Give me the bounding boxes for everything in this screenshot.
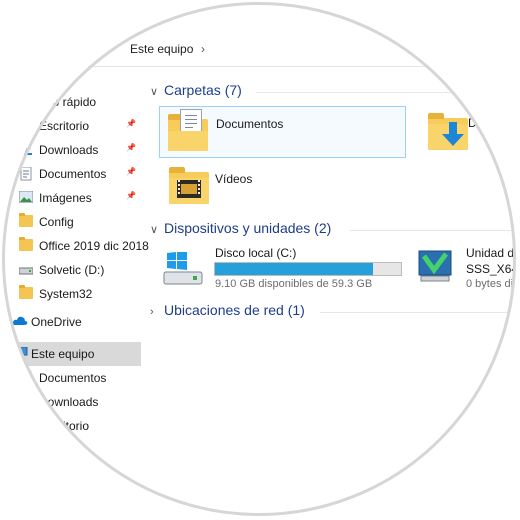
pin-icon[interactable]: 📌	[126, 143, 136, 152]
explorer-viewport: Este equipo › Acceso rápido Escritorio 📌…	[2, 2, 514, 514]
desktop-folder-icon	[19, 119, 33, 131]
address-bar[interactable]: Este equipo ›	[2, 32, 514, 67]
videos-folder-icon	[169, 167, 209, 204]
download-icon	[19, 395, 33, 407]
folder-icon	[19, 237, 33, 251]
drive-free-space: 9.10 GB disponibles de 59.3 GB	[215, 278, 373, 290]
sidebar-item-label: Documentos	[39, 371, 107, 385]
chevron-down-icon[interactable]: ∨	[150, 85, 164, 98]
group-divider	[350, 230, 514, 231]
sidebar-item-escritorio-pc[interactable]: Escritorio	[2, 414, 141, 438]
sidebar-item-este-equipo[interactable]: Este equipo	[2, 342, 141, 366]
drive-name: Disco local (C:)	[215, 246, 297, 260]
pictures-icon	[18, 190, 34, 204]
pin-icon[interactable]: 📌	[126, 167, 136, 176]
sidebar-item-onedrive[interactable]: OneDrive	[2, 310, 141, 334]
sidebar-item-label: Solvetic (D:)	[39, 263, 105, 277]
content-pane: ∨Carpetas (7) Documentos Descargas	[144, 66, 514, 514]
sidebar-item-solvetic-d[interactable]: Solvetic (D:)	[2, 258, 141, 282]
sidebar-item-label: Imágenes	[39, 191, 92, 205]
drive-label: SSS_X64FRE	[466, 262, 514, 276]
chevron-right-icon[interactable]: ›	[150, 306, 164, 318]
sidebar-item-label: Este equipo	[31, 347, 95, 361]
group-header-label: Carpetas (7)	[164, 82, 242, 98]
drive-usage-fill	[215, 263, 374, 275]
sidebar-item-downloads-pc[interactable]: Downloads	[2, 390, 141, 414]
sidebar-item-label: Documentos	[39, 167, 107, 181]
sidebar-item-escritorio[interactable]: Escritorio 📌	[2, 114, 141, 138]
sidebar-item-downloads[interactable]: Downloads 📌	[2, 138, 141, 162]
sidebar-item-config[interactable]: Config	[2, 210, 141, 234]
sidebar-item-documentos-pc[interactable]: Documentos	[2, 366, 141, 390]
downloads-folder-icon	[428, 113, 468, 150]
folder-name: Vídeos	[215, 172, 253, 186]
group-header-label: Ubicaciones de red (1)	[164, 302, 305, 318]
navigation-pane: Acceso rápido Escritorio 📌 Downloads 📌 D…	[2, 66, 149, 514]
download-icon	[19, 143, 33, 155]
drive-free-space: 0 bytes disponibles	[466, 278, 514, 290]
group-divider	[256, 92, 514, 93]
documents-icon	[19, 166, 33, 181]
folder-tile-documentos[interactable]: Documentos	[159, 106, 406, 158]
sidebar-item-imagenes[interactable]: Imágenes 📌	[2, 186, 141, 210]
drive-name: Unidad de DVD	[466, 246, 514, 260]
group-divider	[320, 312, 514, 313]
computer-icon	[14, 346, 28, 359]
group-header-devices[interactable]: ∨ Dispositivos y unidades (2)	[150, 220, 331, 236]
sidebar-item-system32[interactable]: System32	[2, 282, 141, 306]
group-header-network[interactable]: › Ubicaciones de red (1)	[150, 302, 305, 318]
sidebar-item-documentos[interactable]: Documentos 📌	[2, 162, 141, 186]
sidebar-item-label: Config	[39, 215, 74, 229]
sidebar-item-label: Escritorio	[39, 119, 90, 133]
folder-name: Descargas	[468, 116, 514, 130]
documents-icon	[19, 370, 33, 385]
dvd-drive-icon	[418, 250, 452, 282]
documents-folder-icon	[168, 109, 208, 151]
pin-icon[interactable]: 📌	[126, 191, 136, 200]
drive-usage-bar	[214, 262, 402, 276]
desktop-folder-icon	[19, 419, 33, 431]
sidebar-item-label: System32	[39, 287, 93, 301]
group-header-label: Dispositivos y unidades (2)	[164, 220, 332, 236]
cloud-icon	[12, 315, 28, 327]
group-header-folders[interactable]: ∨ Carpetas (7)	[150, 82, 242, 98]
sidebar-item-label: Downloads	[39, 143, 99, 157]
windows-drive-icon	[163, 252, 203, 285]
folder-tile-videos[interactable]: Vídeos	[159, 162, 404, 212]
chevron-down-icon[interactable]: ∨	[150, 223, 164, 236]
sidebar-item-label: Escritorio	[39, 419, 90, 433]
sidebar-item-quick-access[interactable]: Acceso rápido	[2, 90, 141, 114]
drive-tile-dvd[interactable]: Unidad de DVD SSS_X64FRE 0 bytes disponi…	[416, 242, 514, 300]
folder-tile-descargas[interactable]: Descargas	[422, 106, 514, 156]
breadcrumb[interactable]: Este equipo	[130, 42, 193, 56]
chevron-right-icon[interactable]: ›	[201, 42, 205, 56]
folder-icon	[19, 285, 33, 299]
drive-tile-c[interactable]: Disco local (C:) 9.10 GB disponibles de …	[159, 242, 404, 300]
sidebar-item-office-2019[interactable]: Office 2019 dic 2018	[2, 234, 149, 258]
sidebar-item-label: OneDrive	[31, 315, 82, 329]
drive-icon	[18, 263, 34, 275]
pin-icon[interactable]: 📌	[126, 119, 136, 128]
sidebar-item-label: Downloads	[39, 395, 99, 409]
sidebar-item-label: Acceso rápido	[20, 95, 97, 109]
folder-icon	[19, 213, 33, 227]
sidebar-item-label: Office 2019 dic 2018	[39, 239, 149, 253]
folder-name: Documentos	[216, 117, 284, 131]
